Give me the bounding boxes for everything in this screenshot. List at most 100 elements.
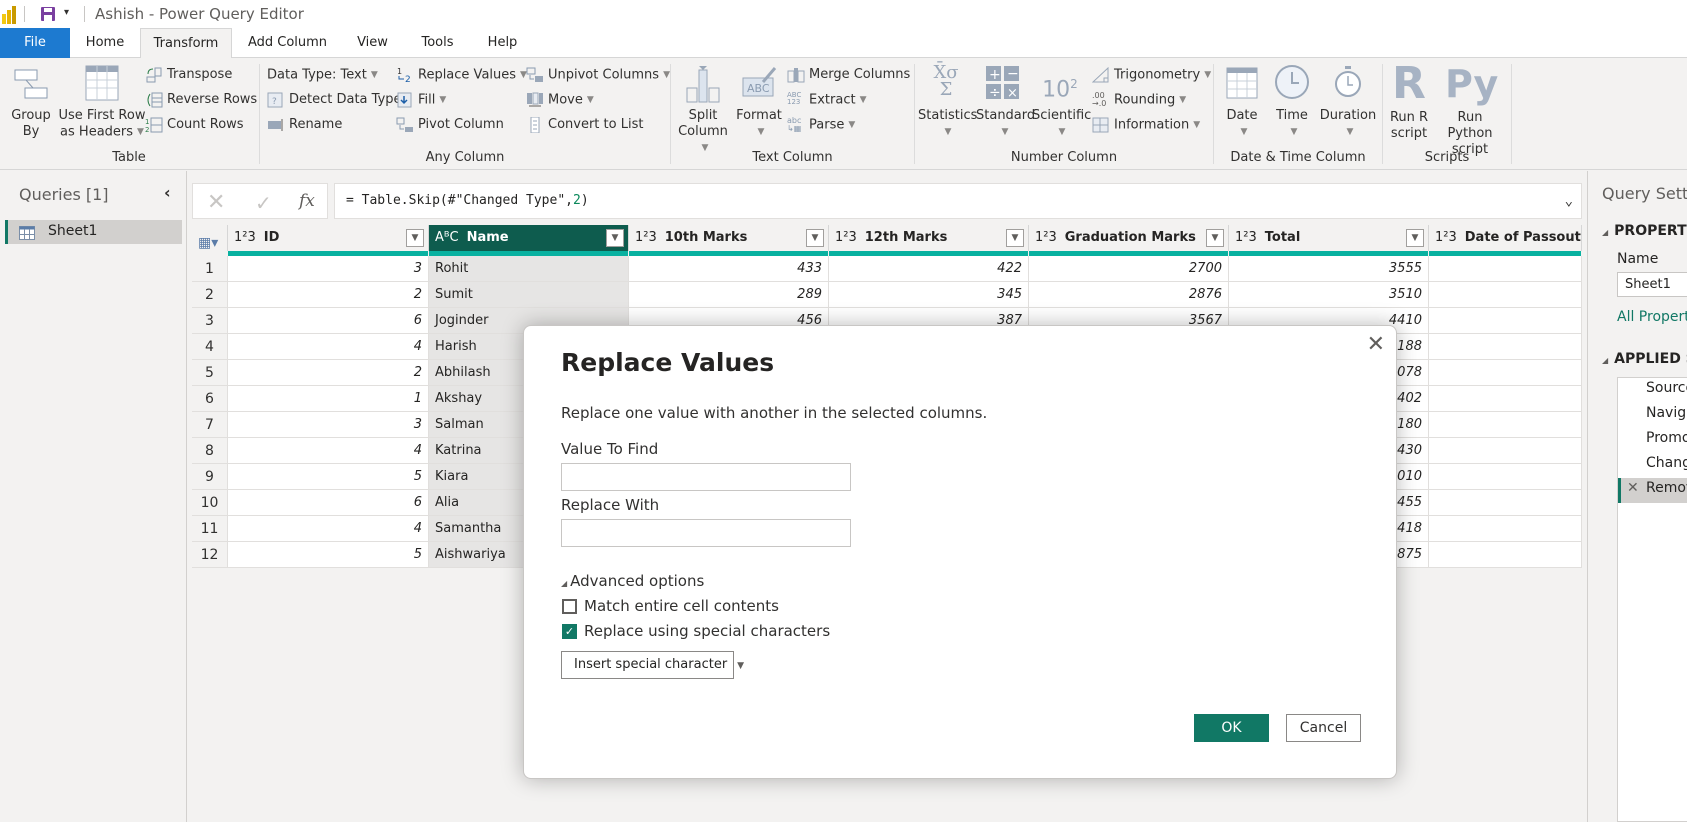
collapse-queries-chevron-icon[interactable]: ‹: [164, 183, 171, 202]
table-cell-date[interactable]: [1429, 464, 1582, 490]
filter-dropdown-icon[interactable]: ▼: [406, 229, 424, 247]
table-cell-m12[interactable]: 345: [829, 282, 1029, 308]
match-entire-cell-checkbox[interactable]: [562, 599, 577, 614]
table-cell-id[interactable]: 2: [228, 282, 429, 308]
merge-columns-button[interactable]: Merge Columns: [787, 64, 910, 86]
table-cell-id[interactable]: 5: [228, 464, 429, 490]
standard-button[interactable]: + − ÷ × Standard ▼: [976, 64, 1035, 141]
convert-to-list-button[interactable]: Convert to List: [526, 114, 643, 136]
rounding-button[interactable]: .00 →.0 Rounding ▼: [1092, 89, 1186, 111]
filter-dropdown-icon[interactable]: ▼: [1006, 229, 1024, 247]
number-type-icon[interactable]: 1²3: [635, 230, 657, 245]
table-cell-grad[interactable]: 2876: [1029, 282, 1229, 308]
step-changed-type[interactable]: Changed Type: [1646, 455, 1687, 471]
table-cell-name[interactable]: Rohit: [429, 256, 629, 282]
table-cell-m10[interactable]: 433: [629, 256, 829, 282]
parse-button[interactable]: abc ↳▦ Parse ▼: [787, 114, 855, 136]
format-button[interactable]: ABC Format ▼: [734, 64, 784, 141]
number-type-icon[interactable]: 1²3: [234, 230, 256, 245]
table-cell-m12[interactable]: 422: [829, 256, 1029, 282]
table-menu-button[interactable]: ▦▾: [192, 225, 228, 251]
column-header[interactable]: 1²3 Total ▼: [1229, 225, 1429, 251]
tab-add-column[interactable]: Add Column: [240, 28, 335, 58]
row-number[interactable]: 1: [192, 256, 228, 282]
table-cell-grad[interactable]: 2700: [1029, 256, 1229, 282]
ok-button[interactable]: OK: [1194, 714, 1269, 742]
fill-button[interactable]: Fill ▼: [396, 89, 446, 111]
table-cell-date[interactable]: [1429, 256, 1582, 282]
time-button[interactable]: Time ▼: [1268, 64, 1316, 141]
commit-formula-icon[interactable]: ✓: [255, 191, 272, 215]
delete-step-icon[interactable]: ✕: [1627, 480, 1639, 496]
unpivot-columns-button[interactable]: Unpivot Columns ▼: [526, 64, 670, 86]
match-entire-cell-label[interactable]: Match entire cell contents: [584, 597, 779, 615]
trigonometry-button[interactable]: Trigonometry ▼: [1091, 64, 1211, 86]
table-cell-date[interactable]: [1429, 360, 1582, 386]
detect-data-type-button[interactable]: ? Detect Data Type: [267, 89, 402, 111]
extract-button[interactable]: ABC 123 Extract ▼: [787, 89, 866, 111]
value-to-find-input[interactable]: [561, 463, 851, 491]
number-type-icon[interactable]: 1²3: [1235, 230, 1257, 245]
filter-dropdown-icon[interactable]: ▼: [806, 229, 824, 247]
table-cell-date[interactable]: [1429, 542, 1582, 568]
table-cell-id[interactable]: 2: [228, 360, 429, 386]
date-button[interactable]: Date ▼: [1218, 64, 1266, 141]
row-number[interactable]: 9: [192, 464, 228, 490]
text-type-icon[interactable]: AᴮC: [435, 230, 459, 245]
tab-view[interactable]: View: [350, 28, 395, 58]
tab-file[interactable]: File: [0, 28, 70, 58]
table-cell-total[interactable]: 3555: [1229, 256, 1429, 282]
reverse-rows-button[interactable]: Reverse Rows: [145, 89, 257, 111]
replace-with-input[interactable]: [561, 519, 851, 547]
insert-special-character-dropdown[interactable]: Insert special character ▼: [561, 651, 744, 679]
table-cell-id[interactable]: 4: [228, 334, 429, 360]
row-number[interactable]: 2: [192, 282, 228, 308]
formula-input[interactable]: = Table.Skip(#"Changed Type",2) ⌄: [334, 183, 1582, 219]
table-cell-date[interactable]: [1429, 334, 1582, 360]
table-cell-date[interactable]: [1429, 282, 1582, 308]
table-cell-id[interactable]: 6: [228, 308, 429, 334]
pivot-column-button[interactable]: Pivot Column: [396, 114, 504, 136]
filter-dropdown-icon[interactable]: ▼: [606, 229, 624, 247]
applied-steps-section-header[interactable]: ◢ APPLIED STEPS: [1602, 351, 1687, 367]
row-number[interactable]: 10: [192, 490, 228, 516]
row-number[interactable]: 5: [192, 360, 228, 386]
split-column-button[interactable]: Split Column▼: [676, 64, 730, 157]
tab-home[interactable]: Home: [70, 28, 140, 58]
column-header[interactable]: 1²3 Graduation Marks ▼: [1029, 225, 1229, 251]
query-item-sheet1[interactable]: Sheet1: [5, 220, 182, 244]
replace-special-chars-checkbox[interactable]: ✓: [562, 624, 577, 639]
table-cell-id[interactable]: 1: [228, 386, 429, 412]
row-number[interactable]: 6: [192, 386, 228, 412]
filter-dropdown-icon[interactable]: ▼: [1206, 229, 1224, 247]
table-cell-date[interactable]: [1429, 412, 1582, 438]
count-rows-button[interactable]: 1 2 Count Rows: [145, 114, 244, 136]
table-cell-id[interactable]: 3: [228, 256, 429, 282]
column-header[interactable]: AᴮC Name ▼: [429, 225, 629, 251]
table-cell-date[interactable]: [1429, 490, 1582, 516]
information-button[interactable]: Information ▼: [1092, 114, 1200, 136]
quick-access-dropdown-icon[interactable]: ▾: [64, 7, 69, 18]
step-promoted-headers[interactable]: Promoted Headers: [1646, 430, 1687, 446]
table-cell-id[interactable]: 4: [228, 438, 429, 464]
run-r-script-button[interactable]: R Run R script: [1386, 62, 1432, 142]
transpose-button[interactable]: Transpose: [145, 64, 232, 86]
use-first-row-as-headers-button[interactable]: Use First Row as Headers ▼: [58, 64, 146, 141]
table-cell-date[interactable]: [1429, 516, 1582, 542]
column-header[interactable]: 1²3 Date of Passout: [1429, 225, 1582, 251]
filter-dropdown-icon[interactable]: ▼: [1406, 229, 1424, 247]
row-number[interactable]: 3: [192, 308, 228, 334]
table-cell-id[interactable]: 6: [228, 490, 429, 516]
cancel-formula-icon[interactable]: ✕: [207, 190, 225, 215]
scientific-button[interactable]: 102 Scientific ▼: [1032, 64, 1091, 141]
row-number[interactable]: 12: [192, 542, 228, 568]
step-navigation[interactable]: Navigation: [1646, 405, 1687, 421]
replace-special-chars-label[interactable]: Replace using special characters: [584, 622, 830, 640]
step-source[interactable]: Source: [1646, 380, 1687, 396]
query-name-input[interactable]: Sheet1: [1617, 272, 1687, 297]
table-cell-date[interactable]: [1429, 308, 1582, 334]
run-python-script-button[interactable]: Py Run Python script: [1434, 62, 1506, 158]
number-type-icon[interactable]: 1²3: [1035, 230, 1057, 245]
table-cell-id[interactable]: 4: [228, 516, 429, 542]
table-cell-name[interactable]: Sumit: [429, 282, 629, 308]
